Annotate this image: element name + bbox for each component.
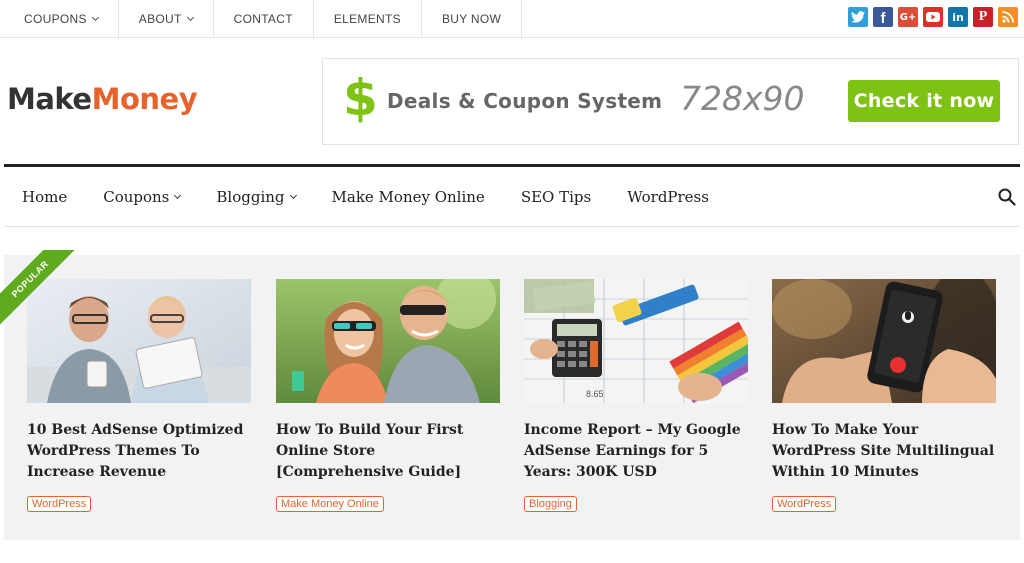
dollar-icon: $ bbox=[343, 69, 378, 127]
topnav-item-elements[interactable]: ELEMENTS bbox=[314, 0, 422, 38]
post-category-tag[interactable]: WordPress bbox=[772, 496, 837, 512]
banner-ad[interactable]: $ Deals & Coupon System 728x90 Check it … bbox=[322, 58, 1019, 145]
popular-ribbon-label: POPULAR bbox=[0, 250, 80, 330]
topnav-item-about[interactable]: ABOUT bbox=[119, 0, 214, 38]
post-thumbnail[interactable]: 8.65 bbox=[524, 279, 748, 403]
main-nav: Home Coupons Blogging Make Money Online … bbox=[4, 164, 1020, 227]
linkedin-icon[interactable]: in bbox=[948, 7, 968, 27]
chevron-down-icon bbox=[91, 13, 99, 21]
post-category-tag[interactable]: Blogging bbox=[524, 496, 577, 512]
topnav-item-label: COUPONS bbox=[24, 12, 87, 26]
topnav-item-contact[interactable]: CONTACT bbox=[214, 0, 314, 38]
post-title[interactable]: How To Build Your First Online Store [Co… bbox=[276, 420, 500, 483]
social-links: f G+ in P bbox=[848, 7, 1018, 27]
post-category-tag[interactable]: WordPress bbox=[27, 496, 92, 512]
post-thumbnail[interactable] bbox=[772, 279, 996, 403]
post-title[interactable]: Income Report – My Google AdSense Earnin… bbox=[524, 420, 748, 483]
nav-item-blogging[interactable]: Blogging bbox=[198, 188, 313, 206]
topnav-item-label: ELEMENTS bbox=[333, 12, 401, 26]
google-plus-icon[interactable]: G+ bbox=[898, 7, 918, 27]
chevron-down-icon bbox=[186, 13, 194, 21]
pinterest-icon[interactable]: P bbox=[973, 7, 993, 27]
nav-item-label: SEO Tips bbox=[520, 188, 592, 206]
post-category-tag[interactable]: Make Money Online bbox=[276, 496, 384, 512]
top-nav: COUPONS ABOUT CONTACT ELEMENTS BUY NOW bbox=[4, 0, 523, 38]
post-thumbnail[interactable] bbox=[276, 279, 500, 403]
logo-part-make: Make bbox=[7, 82, 92, 116]
chevron-down-icon bbox=[174, 191, 182, 199]
check-it-now-button[interactable]: Check it now bbox=[848, 80, 1000, 122]
nav-item-label: Home bbox=[22, 188, 68, 206]
featured-posts: POPULAR 10 Best AdSense Optimized WordPr… bbox=[0, 250, 1020, 540]
post-title[interactable]: 10 Best AdSense Optimized WordPress Them… bbox=[27, 420, 251, 483]
svg-text:8.65: 8.65 bbox=[586, 389, 604, 399]
top-bar: COUPONS ABOUT CONTACT ELEMENTS BUY NOW f… bbox=[0, 0, 1024, 38]
site-logo[interactable]: MakeMoney bbox=[7, 82, 198, 116]
post-title[interactable]: How To Make Your WordPress Site Multilin… bbox=[772, 420, 996, 483]
youtube-icon[interactable] bbox=[923, 7, 943, 27]
nav-item-label: Coupons bbox=[103, 188, 170, 206]
facebook-icon[interactable]: f bbox=[873, 7, 893, 27]
nav-item-home[interactable]: Home bbox=[4, 188, 85, 206]
popular-ribbon: POPULAR bbox=[0, 250, 80, 330]
nav-item-wordpress[interactable]: WordPress bbox=[609, 188, 727, 206]
banner-text: Deals & Coupon System bbox=[387, 89, 663, 113]
topnav-item-coupons[interactable]: COUPONS bbox=[4, 0, 119, 38]
post-card: How To Build Your First Online Store [Co… bbox=[276, 279, 500, 512]
nav-item-coupons[interactable]: Coupons bbox=[85, 188, 198, 206]
chevron-down-icon bbox=[289, 191, 297, 199]
topnav-item-label: BUY NOW bbox=[441, 12, 502, 26]
nav-item-label: WordPress bbox=[627, 188, 709, 206]
search-icon[interactable] bbox=[998, 188, 1016, 206]
banner-size-label: 728x90 bbox=[680, 79, 805, 118]
nav-item-label: Make Money Online bbox=[331, 188, 485, 206]
nav-item-label: Blogging bbox=[216, 188, 285, 206]
post-card: How To Make Your WordPress Site Multilin… bbox=[772, 279, 996, 512]
topnav-item-buy-now[interactable]: BUY NOW bbox=[422, 0, 523, 38]
nav-item-seo-tips[interactable]: SEO Tips bbox=[503, 188, 609, 206]
topnav-item-label: CONTACT bbox=[233, 12, 293, 26]
post-card: 8.65 Income Report – My Google AdSense E… bbox=[524, 279, 748, 512]
twitter-icon[interactable] bbox=[848, 7, 868, 27]
rss-icon[interactable] bbox=[998, 7, 1018, 27]
nav-item-make-money-online[interactable]: Make Money Online bbox=[314, 188, 503, 206]
logo-part-money: Money bbox=[91, 82, 198, 116]
topnav-item-label: ABOUT bbox=[138, 12, 182, 26]
